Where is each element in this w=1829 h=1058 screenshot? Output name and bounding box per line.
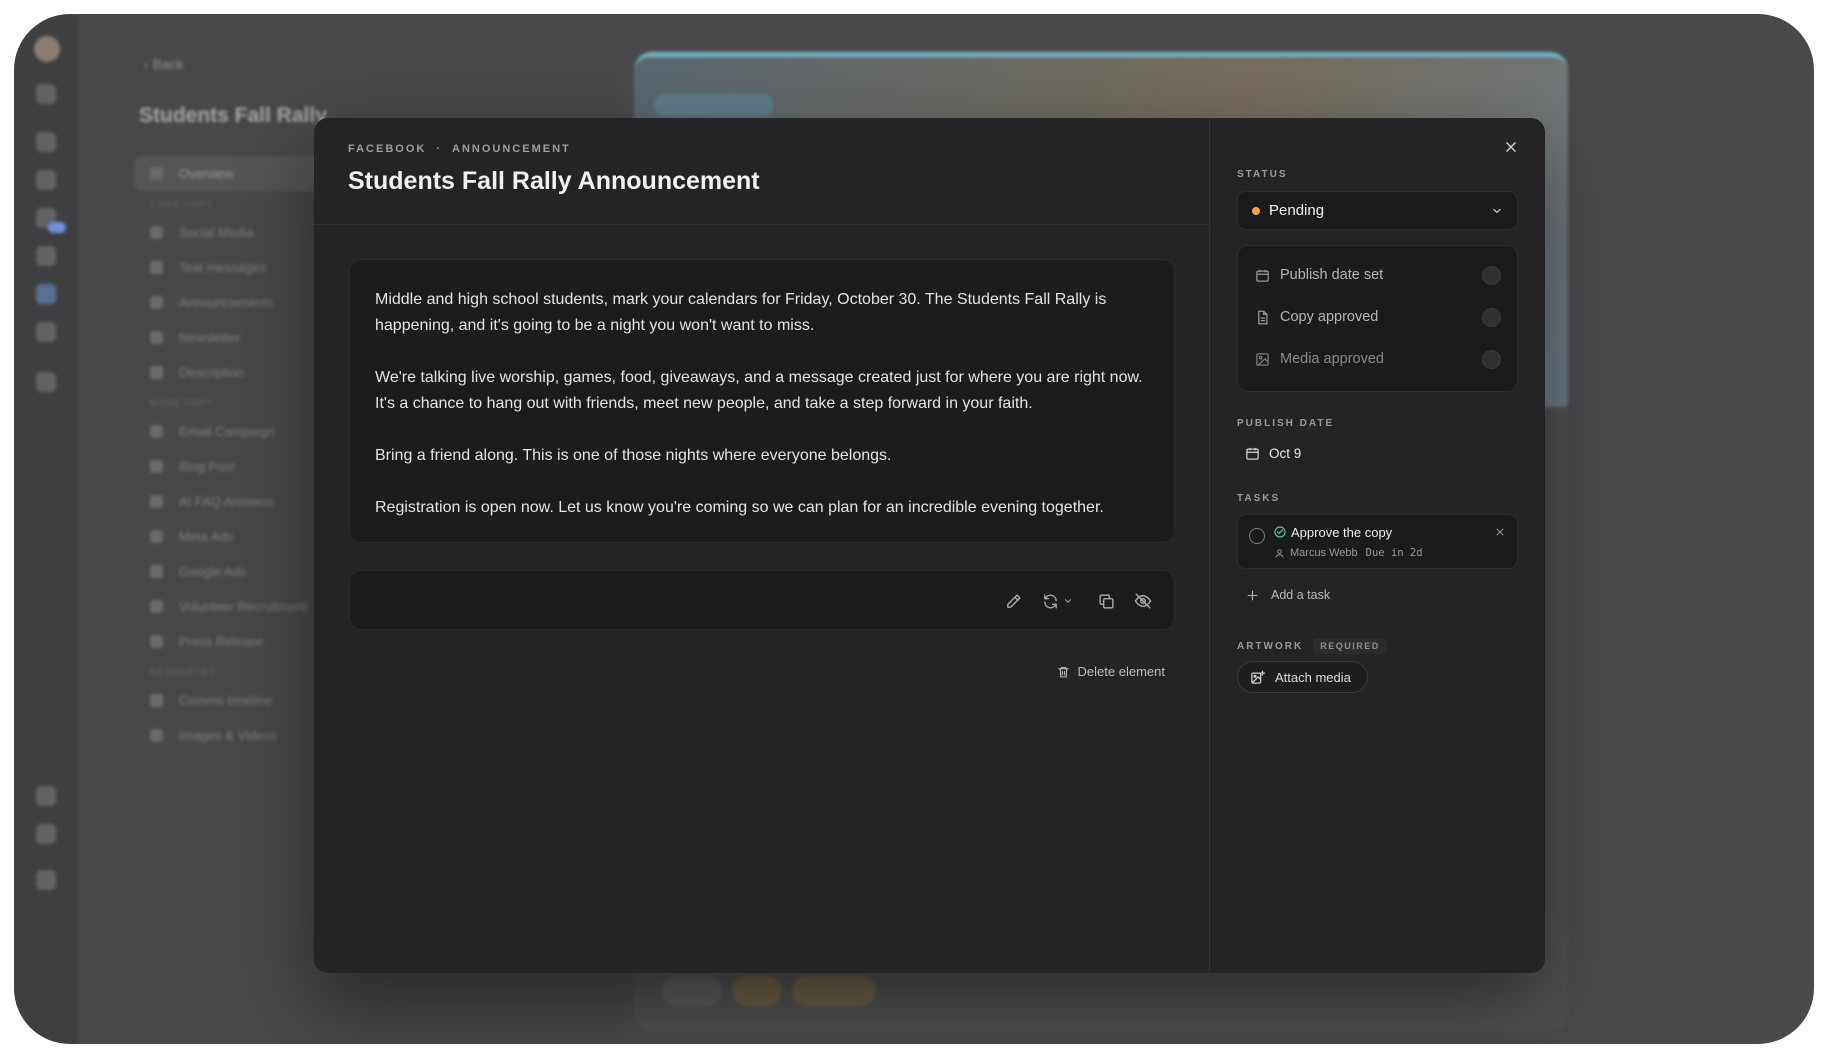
status-dropdown[interactable]: Pending xyxy=(1237,191,1518,230)
app-window: ‹ Back Students Fall Rally Overview CORE… xyxy=(14,14,1814,1044)
pen-icon[interactable] xyxy=(36,284,56,304)
folder-icon[interactable] xyxy=(36,322,56,342)
remove-task-button[interactable] xyxy=(1492,524,1508,540)
modal-title: Students Fall Rally Announcement xyxy=(348,167,760,195)
project-title: Students Fall Rally xyxy=(139,104,327,127)
checklist-label: Publish date set xyxy=(1280,267,1384,283)
refresh-icon[interactable] xyxy=(1039,590,1061,612)
status-value: Pending xyxy=(1269,202,1325,219)
add-task-label: Add a task xyxy=(1271,588,1331,602)
artwork-label: ARTWORK xyxy=(1237,640,1304,652)
avatar[interactable] xyxy=(34,36,60,62)
close-button[interactable] xyxy=(1499,135,1523,159)
modal-header: FACEBOOK · ANNOUNCEMENT Students Fall Ra… xyxy=(314,118,1209,225)
publish-date-label: PUBLISH DATE xyxy=(1237,418,1335,429)
checklist-label: Media approved xyxy=(1280,351,1384,367)
artwork-header: ARTWORK REQUIRED xyxy=(1237,638,1387,654)
trash-icon xyxy=(1057,666,1069,677)
task-meta: Marcus Webb Due in 2d xyxy=(1274,547,1423,559)
modal-details-panel: STATUS Pending Publish date set Copy app… xyxy=(1210,118,1545,973)
publish-date-value: Oct 9 xyxy=(1269,445,1302,461)
publish-date-picker[interactable]: Oct 9 xyxy=(1245,440,1301,466)
delete-element-label: Delete element xyxy=(1077,664,1165,679)
breadcrumb-platform: FACEBOOK xyxy=(348,143,427,155)
task-name: Approve the copy xyxy=(1291,525,1393,540)
attach-media-button[interactable]: Attach media xyxy=(1237,661,1368,693)
rocket-icon[interactable] xyxy=(36,246,56,266)
image-add-icon xyxy=(1251,670,1265,684)
add-task-button[interactable]: Add a task xyxy=(1246,588,1330,602)
checklist-media-approved[interactable]: Media approved xyxy=(1238,338,1517,380)
tasks-label: TASKS xyxy=(1237,493,1281,504)
back-link[interactable]: ‹ Back xyxy=(144,56,184,72)
calendar-icon xyxy=(1254,267,1270,283)
breadcrumb-separator: · xyxy=(436,143,443,155)
copy-paragraph: We're talking live worship, games, food,… xyxy=(375,369,1143,412)
calendar-icon xyxy=(1246,447,1259,460)
copy-paragraph: Registration is open now. Let us know yo… xyxy=(375,499,1104,516)
close-icon xyxy=(1496,528,1504,536)
attach-media-label: Attach media xyxy=(1275,669,1351,685)
icon-rail xyxy=(14,14,78,1044)
breadcrumb: FACEBOOK · ANNOUNCEMENT xyxy=(348,143,1175,155)
chevron-down-icon[interactable] xyxy=(1061,590,1075,612)
eye-icon[interactable] xyxy=(36,786,56,806)
background-footer xyxy=(662,976,876,1006)
approval-checklist: Publish date set Copy approved Media app… xyxy=(1237,245,1518,392)
search-icon[interactable] xyxy=(36,84,56,104)
status-label: STATUS xyxy=(1237,169,1288,180)
help-icon[interactable] xyxy=(36,824,56,844)
copy-paragraph: Bring a friend along. This is one of tho… xyxy=(375,447,892,464)
copy-icon[interactable] xyxy=(1095,590,1117,612)
eye-off-icon[interactable] xyxy=(1132,590,1154,612)
checklist-toggle[interactable] xyxy=(1482,307,1501,327)
breadcrumb-type: ANNOUNCEMENT xyxy=(452,143,571,155)
status-dot xyxy=(1252,206,1260,215)
plus-icon xyxy=(1247,590,1258,600)
delete-element-button[interactable]: Delete element xyxy=(1057,664,1165,679)
background-chip xyxy=(654,94,774,116)
task-complete-checkbox[interactable] xyxy=(1249,528,1265,544)
pencil-icon[interactable] xyxy=(1002,590,1024,612)
checklist-publish-date-set[interactable]: Publish date set xyxy=(1238,254,1517,296)
check-circle-icon xyxy=(1274,526,1286,538)
checklist-copy-approved[interactable]: Copy approved xyxy=(1238,296,1517,338)
chevron-down-icon xyxy=(1493,208,1501,213)
nav-overview[interactable]: Overview xyxy=(134,156,334,191)
checklist-label: Copy approved xyxy=(1280,309,1379,325)
document-icon xyxy=(1254,309,1270,325)
settings-icon[interactable] xyxy=(36,870,56,890)
copy-paragraph: Middle and high school students, mark yo… xyxy=(375,291,1107,334)
task-assignee: Marcus Webb xyxy=(1290,547,1358,559)
task-item[interactable]: Approve the copy Marcus Webb Due in 2d xyxy=(1237,514,1518,569)
grid-icon[interactable] xyxy=(36,132,56,152)
element-detail-modal: FACEBOOK · ANNOUNCEMENT Students Fall Ra… xyxy=(314,118,1545,973)
required-badge: REQUIRED xyxy=(1313,638,1387,654)
copy-toolbar xyxy=(349,570,1175,630)
copy-text-card[interactable]: Middle and high school students, mark yo… xyxy=(349,259,1175,543)
checklist-toggle[interactable] xyxy=(1482,349,1501,369)
calendar-icon[interactable] xyxy=(36,170,56,190)
modal-main: FACEBOOK · ANNOUNCEMENT Students Fall Ra… xyxy=(314,118,1210,973)
image-icon xyxy=(1254,351,1270,367)
close-icon xyxy=(1506,142,1516,152)
user-icon xyxy=(1275,548,1284,558)
notification-badge xyxy=(48,222,66,233)
task-due: Due in 2d xyxy=(1365,547,1423,559)
checklist-toggle[interactable] xyxy=(1482,265,1501,285)
file-icon[interactable] xyxy=(36,372,56,392)
